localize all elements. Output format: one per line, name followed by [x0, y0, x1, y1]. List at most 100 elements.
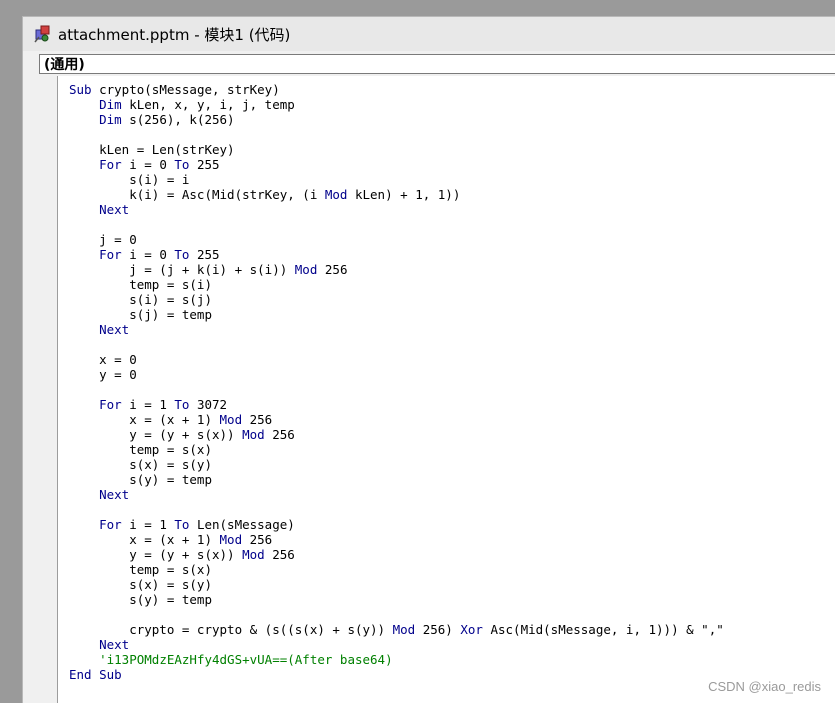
code-token: kLen = Len(strKey) — [69, 142, 235, 157]
code-line: x = (x + 1) Mod 256 — [69, 532, 724, 547]
code-token: 256 — [249, 412, 273, 427]
code-token: crypto = crypto & (s((s(x) + s(y)) — [69, 622, 393, 637]
code-keyword: For — [99, 247, 130, 262]
title-bar[interactable]: attachment.pptm - 模块1 (代码) — [23, 17, 835, 51]
code-token: Asc(Mid(sMessage, i, 1))) & "," — [490, 622, 724, 637]
code-line: Sub crypto(sMessage, strKey) — [69, 82, 724, 97]
code-keyword: For — [99, 517, 130, 532]
code-keyword: Xor — [460, 622, 491, 637]
code-line: 'i13POMdzEAzHfy4dGS+vUA==(After base64) — [69, 652, 724, 667]
code-keyword: Dim — [99, 112, 130, 127]
code-line: k(i) = Asc(Mid(strKey, (i Mod kLen) + 1,… — [69, 187, 724, 202]
code-keyword: For — [99, 157, 130, 172]
code-line: s(j) = temp — [69, 307, 724, 322]
code-token: 3072 — [196, 397, 228, 412]
code-token: i = 0 — [129, 157, 175, 172]
code-token: i = 1 — [129, 397, 175, 412]
code-token: y = (y + s(x)) — [69, 547, 243, 562]
code-line: Next — [69, 322, 724, 337]
code-line: temp = s(x) — [69, 442, 724, 457]
code-line: y = (y + s(x)) Mod 256 — [69, 427, 724, 442]
code-token: s(y) = temp — [69, 472, 212, 487]
code-line: j = 0 — [69, 232, 724, 247]
code-keyword: Next — [99, 322, 130, 337]
code-token: y = 0 — [69, 367, 137, 382]
margin-indicator-bar[interactable] — [33, 76, 58, 703]
vba-editor-icon — [33, 24, 53, 44]
code-line: y = (y + s(x)) Mod 256 — [69, 547, 724, 562]
code-keyword: Mod — [242, 547, 273, 562]
code-token: 256 — [324, 262, 348, 277]
code-token: x = (x + 1) — [69, 532, 220, 547]
code-keyword: To — [174, 157, 197, 172]
code-keyword: Mod — [324, 187, 355, 202]
code-token: kLen, x, y, i, j, temp — [129, 97, 295, 112]
code-token: s(i) = i — [69, 172, 190, 187]
code-keyword: To — [174, 247, 197, 262]
code-line: For i = 1 To Len(sMessage) — [69, 517, 724, 532]
code-token: k(i) = Asc(Mid(strKey, (i — [69, 187, 325, 202]
code-token: 256 — [272, 427, 295, 442]
code-line: y = 0 — [69, 367, 724, 382]
code-token: i = 0 — [129, 247, 175, 262]
code-token: y = (y + s(x)) — [69, 427, 243, 442]
code-token: temp = s(x) — [69, 562, 212, 577]
code-line: For i = 0 To 255 — [69, 247, 724, 262]
code-keyword: Mod — [294, 262, 325, 277]
code-line: s(i) = i — [69, 172, 724, 187]
code-keyword: End Sub — [69, 667, 122, 682]
code-line: Next — [69, 637, 724, 652]
code-line: s(x) = s(y) — [69, 577, 724, 592]
code-keyword: Next — [99, 637, 130, 652]
code-token: kLen) + 1, 1)) — [354, 187, 461, 202]
code-token: temp = s(x) — [69, 442, 212, 457]
vba-code-window: attachment.pptm - 模块1 (代码) (通用) Sub cryp… — [22, 16, 835, 703]
code-token: 256 — [249, 532, 273, 547]
code-line: kLen = Len(strKey) — [69, 142, 724, 157]
code-text[interactable]: Sub crypto(sMessage, strKey) Dim kLen, x… — [69, 82, 724, 682]
code-line: j = (j + k(i) + s(i)) Mod 256 — [69, 262, 724, 277]
code-line: For i = 1 To 3072 — [69, 397, 724, 412]
code-keyword: Next — [99, 202, 130, 217]
code-token: temp = s(i) — [69, 277, 212, 292]
procedure-dropdown-value: (通用) — [44, 57, 85, 73]
code-keyword: Mod — [242, 427, 273, 442]
code-token: x = (x + 1) — [69, 412, 220, 427]
code-line: x = (x + 1) Mod 256 — [69, 412, 724, 427]
code-token: j = (j + k(i) + s(i)) — [69, 262, 295, 277]
procedure-dropdown[interactable]: (通用) — [39, 54, 835, 74]
code-keyword: Mod — [219, 532, 250, 547]
code-token: s(256), k(256) — [129, 112, 235, 127]
watermark: CSDN @xiao_redis — [708, 679, 821, 694]
code-line: s(y) = temp — [69, 472, 724, 487]
code-editor[interactable]: Sub crypto(sMessage, strKey) Dim kLen, x… — [58, 76, 835, 703]
code-token: Len(sMessage) — [196, 517, 295, 532]
code-token: 255 — [196, 247, 220, 262]
code-line: s(x) = s(y) — [69, 457, 724, 472]
code-token: 255 — [196, 157, 220, 172]
code-line: Dim s(256), k(256) — [69, 112, 724, 127]
code-line: temp = s(x) — [69, 562, 724, 577]
code-keyword: Mod — [392, 622, 423, 637]
code-token: s(x) = s(y) — [69, 577, 212, 592]
window-title: attachment.pptm - 模块1 (代码) — [58, 25, 291, 44]
code-line: temp = s(i) — [69, 277, 724, 292]
code-keyword: Sub — [69, 82, 100, 97]
code-token: s(j) = temp — [69, 307, 212, 322]
code-line: crypto = crypto & (s((s(x) + s(y)) Mod 2… — [69, 622, 724, 637]
code-token: x = 0 — [69, 352, 137, 367]
code-keyword: Mod — [219, 412, 250, 427]
code-line: End Sub — [69, 667, 724, 682]
code-token: 256) — [422, 622, 461, 637]
